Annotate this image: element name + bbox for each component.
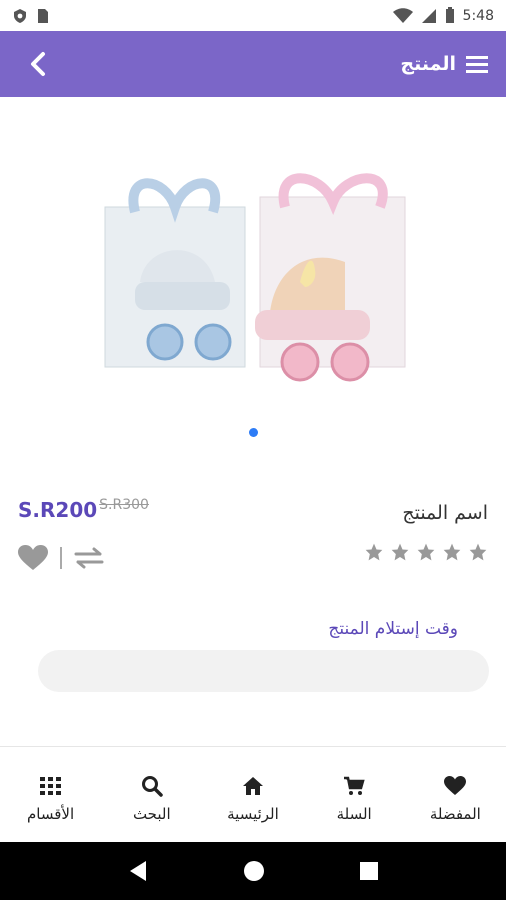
home-icon — [242, 776, 263, 795]
heart-icon — [444, 775, 467, 795]
star-icon — [417, 543, 435, 561]
shield-icon — [14, 8, 26, 23]
rating-stars — [364, 542, 488, 562]
app-bar-title-group: المنتج — [400, 53, 488, 75]
recents-square-icon[interactable] — [360, 862, 379, 880]
nav-item-categories[interactable]: الأقسام — [5, 775, 97, 823]
nav-label-favorites: المفضلة — [429, 804, 481, 823]
star-icon — [469, 543, 487, 561]
product-old-price: S.R300 — [99, 497, 149, 513]
sim-card-icon — [38, 8, 48, 23]
bottom-nav: الأقسام البحث الرئيسية السلة المفضلة — [0, 747, 506, 842]
nav-item-search[interactable]: البحث — [106, 775, 198, 823]
menu-icon[interactable] — [466, 54, 488, 74]
status-left — [12, 8, 50, 24]
product-actions — [18, 545, 104, 571]
carousel-indicator-dot[interactable] — [249, 428, 258, 437]
chevron-left-icon — [31, 52, 45, 76]
delivery-time-label: وقت إستلام المنتج — [328, 619, 458, 639]
heart-icon[interactable] — [18, 545, 48, 571]
cart-icon — [344, 776, 365, 795]
product-image-carousel[interactable] — [0, 97, 506, 447]
price-row: S.R200 S.R300 — [18, 497, 149, 522]
star-icon — [391, 543, 409, 561]
status-bar: 5:48 — [0, 0, 506, 31]
product-image — [104, 173, 406, 382]
system-nav-bar — [0, 842, 506, 900]
star-icon — [443, 543, 461, 561]
back-triangle-icon[interactable] — [128, 860, 148, 882]
nav-item-cart[interactable]: السلة — [308, 775, 400, 823]
product-name: اسم المنتج — [402, 502, 488, 524]
compare-icon[interactable] — [74, 546, 104, 570]
signal-icon — [421, 8, 436, 23]
wifi-icon — [392, 7, 413, 23]
nav-item-favorites[interactable]: المفضلة — [409, 775, 501, 823]
grid-icon — [39, 776, 61, 795]
nav-item-home[interactable]: الرئيسية — [207, 775, 299, 823]
action-divider — [60, 547, 62, 569]
home-circle-icon[interactable] — [243, 860, 265, 882]
page-title: المنتج — [400, 53, 456, 75]
nav-label-search: البحث — [132, 804, 171, 823]
delivery-time-field[interactable] — [38, 650, 489, 692]
nav-label-home: الرئيسية — [227, 804, 279, 823]
battery-icon — [445, 7, 454, 23]
app-bar: المنتج — [0, 31, 506, 97]
search-icon — [141, 775, 163, 797]
product-price: S.R200 — [18, 498, 98, 522]
star-icon — [365, 543, 383, 561]
nav-label-categories: الأقسام — [27, 804, 75, 823]
status-time: 5:48 — [462, 7, 494, 24]
back-button[interactable] — [18, 44, 58, 84]
status-right: 5:48 — [392, 7, 494, 24]
nav-label-cart: السلة — [336, 804, 372, 823]
